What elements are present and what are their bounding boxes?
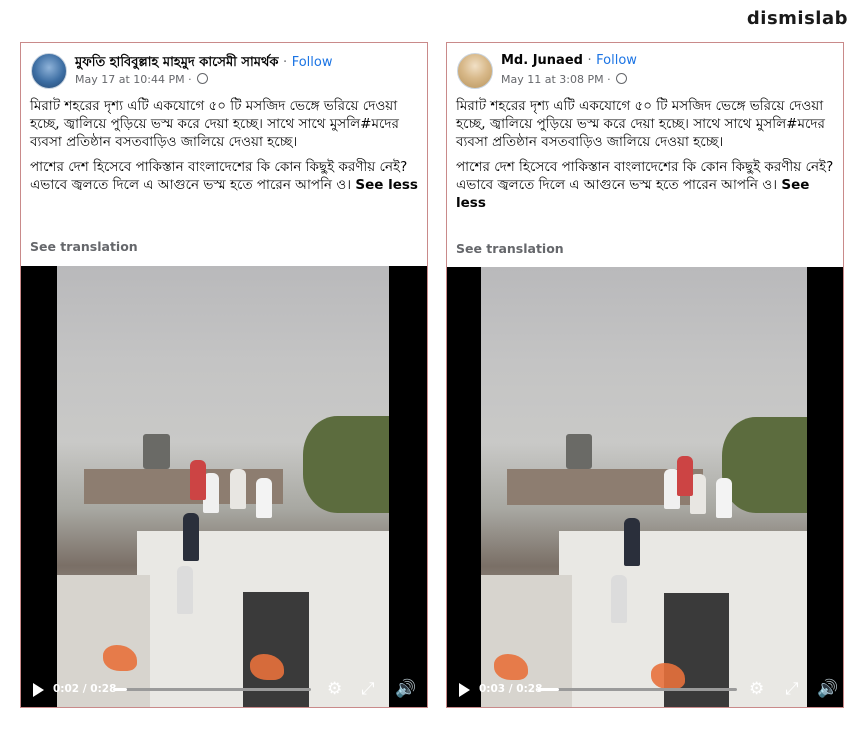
scene-person-climbing [183,512,200,561]
post-date[interactable]: May 11 at 3:08 PM [501,73,604,86]
globe-icon [616,73,628,84]
post-paragraph-2: পাশের দেশ হিসেবে পাকিস্তান বাংলাদেশের কি… [456,158,837,212]
progress-fill [113,688,127,691]
play-icon[interactable] [459,683,470,697]
facebook-post-1: মুফতি হাবিবুল্লাহ মাহমুদ কাসেমী সামর্থক … [20,42,428,708]
post-meta: May 11 at 3:08 PM · [501,73,628,86]
post-paragraph-text: পাশের দেশ হিসেবে পাকিস্তান বাংলাদেশের কি… [456,159,834,193]
scene-water-tank [565,434,592,470]
scene-tree [302,415,389,513]
scene-tree [722,416,807,514]
avatar[interactable] [457,53,493,89]
follow-link[interactable]: Follow [292,55,333,70]
scene-person [715,478,732,519]
video-frame[interactable] [57,266,389,707]
author-name[interactable]: মুফতি হাবিবুল্লাহ মাহমুদ কাসেমী সামর্থক [75,55,279,70]
author-line: Md. Junaed · Follow [501,53,637,68]
follow-link[interactable]: Follow [596,53,637,68]
post-header: মুফতি হাবিবুল্লাহ মাহমুদ কাসেমী সামর্থক … [31,51,419,91]
scene-water-tank [143,433,170,469]
video-controls: 0:03 / 0:28 ⚙ ⤢ 🔊 [447,671,843,707]
author-line: মুফতি হাবিবুল্লাহ মাহমুদ কাসেমী সামর্থক … [75,53,333,74]
fullscreen-icon[interactable]: ⤢ [361,680,375,698]
video-time: 0:02 / 0:28 [53,683,117,695]
see-translation-link[interactable]: See translation [456,241,564,256]
video-time: 0:03 / 0:28 [479,683,543,695]
post-header: Md. Junaed · Follow May 11 at 3:08 PM · [457,51,835,91]
separator-dot: · [188,73,192,86]
volume-icon[interactable]: 🔊 [395,680,416,698]
globe-icon [197,73,209,84]
post-paragraph: মিরাট শহরের দৃশ্য এটি একযোগে ৫০ টি মসজিদ… [30,98,399,150]
scene-person [256,477,273,518]
video-frame[interactable] [481,267,807,707]
post-text: মিরাট শহরের দৃশ্য এটি একযোগে ৫০ টি মসজিদ… [30,97,421,201]
progress-fill [537,688,559,691]
post-paragraph: মিরাট শহরের দৃশ্য এটি একযোগে ৫০ টি মসজিদ… [456,98,825,150]
author-name[interactable]: Md. Junaed [501,53,583,68]
see-less-link[interactable]: See less [355,177,418,193]
fullscreen-icon[interactable]: ⤢ [785,680,799,698]
video-player[interactable]: 0:02 / 0:28 ⚙ ⤢ 🔊 [21,266,427,707]
scene-person [676,456,693,497]
post-paragraph-2: পাশের দেশ হিসেবে পাকিস্তান বাংলাদেশের কি… [30,158,421,194]
avatar[interactable] [31,53,67,89]
video-player[interactable]: 0:03 / 0:28 ⚙ ⤢ 🔊 [447,267,843,707]
see-translation-link[interactable]: See translation [30,239,138,254]
video-controls: 0:02 / 0:28 ⚙ ⤢ 🔊 [21,671,427,707]
separator-dot: · [587,53,592,68]
separator-dot: · [283,55,288,70]
scene-person [189,460,206,501]
play-icon[interactable] [33,683,44,697]
progress-bar[interactable] [113,688,311,691]
gear-icon[interactable]: ⚙ [327,680,342,698]
post-paragraph-text: পাশের দেশ হিসেবে পাকিস্তান বাংলাদেশের কি… [30,159,408,193]
scene-person-climbing [624,517,641,566]
post-text: মিরাট শহরের দৃশ্য এটি একযোগে ৫০ টি মসজিদ… [456,97,837,219]
gear-icon[interactable]: ⚙ [749,680,764,698]
post-meta: May 17 at 10:44 PM · [75,73,209,86]
scene-person-climbing [176,565,193,614]
progress-bar[interactable] [537,688,737,691]
facebook-post-2: Md. Junaed · Follow May 11 at 3:08 PM · … [446,42,844,708]
scene-roof [83,468,283,505]
separator-dot: · [607,73,611,86]
scene-person-climbing [611,575,628,623]
brand-logo: dismislab [746,8,848,29]
post-date[interactable]: May 17 at 10:44 PM [75,73,185,86]
volume-icon[interactable]: 🔊 [817,680,838,698]
scene-person [229,468,246,509]
